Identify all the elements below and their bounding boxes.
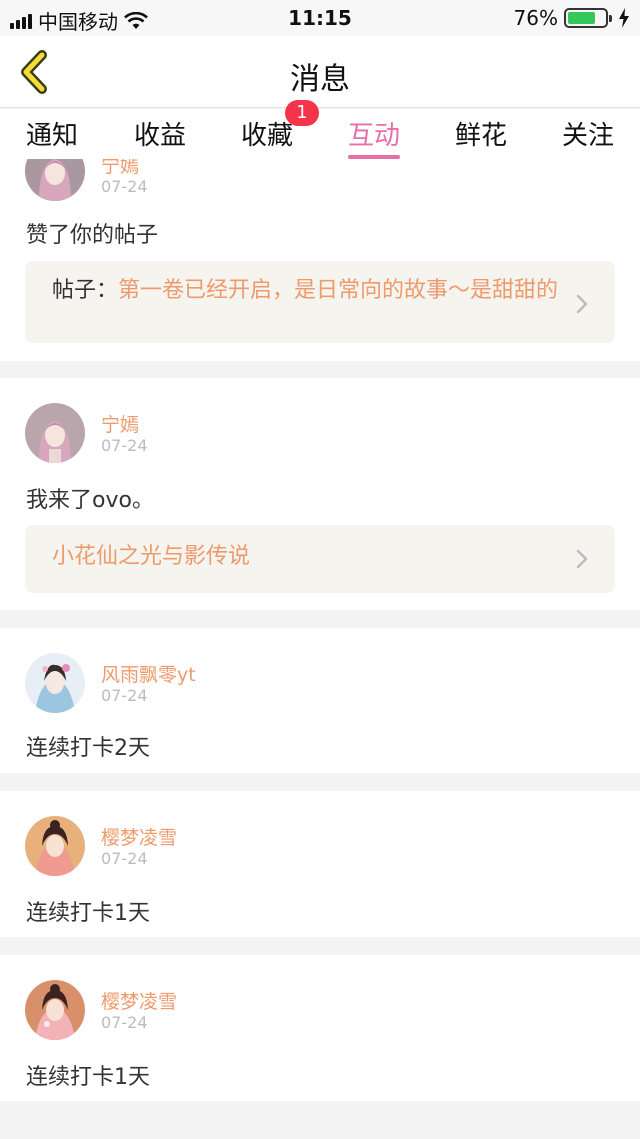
quote-text: 小花仙之光与影传说 xyxy=(52,544,251,569)
tab-label: 收益 xyxy=(134,121,187,151)
tab-label: 互动 xyxy=(348,121,401,151)
status-right: 76% xyxy=(514,6,630,30)
charging-icon xyxy=(619,8,629,28)
user-name[interactable]: 宁嫣 xyxy=(101,159,139,178)
avatar[interactable] xyxy=(25,816,85,876)
tab-label: 关注 xyxy=(562,121,615,151)
message-date: 07-24 xyxy=(101,849,148,868)
battery-percent: 76% xyxy=(513,6,558,30)
user-name[interactable]: 风雨飘零yt xyxy=(101,660,196,687)
avatar[interactable] xyxy=(25,980,85,1040)
tab-flowers[interactable]: 鲜花 xyxy=(455,115,507,152)
message-card: 风雨飘零yt 07-24 连续打卡2天 xyxy=(0,628,640,773)
status-bar: 中国移动 11:15 76% xyxy=(0,0,640,36)
message-card: 樱梦凌雪 07-24 连续打卡1天 xyxy=(0,955,640,1101)
tab-earnings[interactable]: 收益 xyxy=(134,115,186,152)
tab-label: 收藏 xyxy=(241,121,294,151)
tab-favorites[interactable]: 收藏 xyxy=(241,115,293,152)
tab-label: 鲜花 xyxy=(455,121,508,151)
user-name[interactable]: 宁嫣 xyxy=(101,410,139,437)
quote-text: 帖子：第一卷已经开启，是日常向的故事～是甜甜的 xyxy=(52,279,562,303)
quote-link[interactable]: 小花仙之光与影传说 xyxy=(25,525,615,593)
message-text: 连续打卡2天 xyxy=(26,736,150,761)
tab-bar: 通知 收益 收藏 互动 鲜花 关注 xyxy=(0,109,640,159)
nav-header: 消息 xyxy=(0,36,640,108)
quote-link[interactable]: 帖子：第一卷已经开启，是日常向的故事～是甜甜的 xyxy=(25,261,615,343)
avatar[interactable] xyxy=(25,653,85,713)
quote-content: 第一卷已经开启，是日常向的故事～是甜甜的 xyxy=(118,278,559,303)
tab-label: 通知 xyxy=(26,121,79,151)
page-title: 消息 xyxy=(290,62,350,97)
message-date: 07-24 xyxy=(101,1013,148,1032)
favorites-badge: 1 xyxy=(285,100,319,126)
message-card: 宁嫣 07-24 赞了你的帖子 帖子：第一卷已经开启，是日常向的故事～是甜甜的 xyxy=(0,159,640,361)
message-text: 我来了ovo。 xyxy=(26,488,154,513)
avatar[interactable] xyxy=(25,159,85,201)
message-date: 07-24 xyxy=(101,686,148,705)
user-name[interactable]: 樱梦凌雪 xyxy=(101,823,177,850)
message-text: 连续打卡1天 xyxy=(26,1065,150,1090)
message-card: 宁嫣 07-24 我来了ovo。 小花仙之光与影传说 xyxy=(0,378,640,610)
battery-icon xyxy=(564,8,612,28)
tab-interaction[interactable]: 互动 xyxy=(348,115,401,159)
message-date: 07-24 xyxy=(101,436,148,455)
message-text: 赞了你的帖子 xyxy=(26,223,159,248)
message-feed[interactable]: 宁嫣 07-24 赞了你的帖子 帖子：第一卷已经开启，是日常向的故事～是甜甜的 … xyxy=(0,159,640,1139)
message-card: 樱梦凌雪 07-24 连续打卡1天 xyxy=(0,791,640,937)
chevron-right-icon xyxy=(576,294,588,314)
avatar[interactable] xyxy=(25,403,85,463)
message-date: 07-24 xyxy=(101,177,148,196)
chevron-right-icon xyxy=(576,549,588,569)
user-name[interactable]: 樱梦凌雪 xyxy=(101,987,177,1014)
quote-label: 帖子： xyxy=(52,278,119,303)
message-text: 连续打卡1天 xyxy=(26,901,150,926)
tab-follow[interactable]: 关注 xyxy=(562,115,614,152)
tab-notice[interactable]: 通知 xyxy=(26,115,78,152)
